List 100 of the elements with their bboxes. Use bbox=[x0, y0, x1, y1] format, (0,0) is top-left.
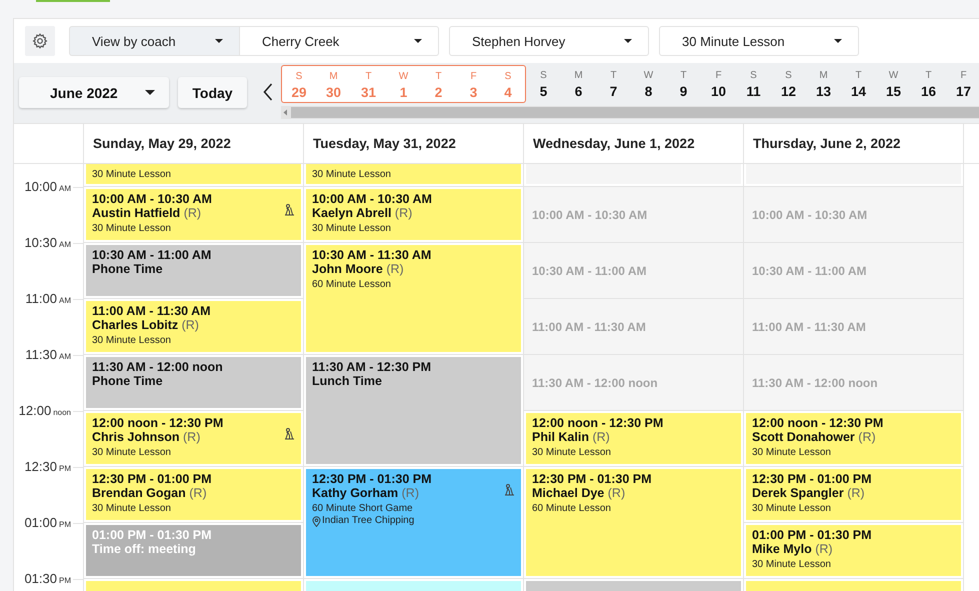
lesson-event[interactable]: 10:00 AM - 10:30 AM Austin Hatfield (R) 30 Minute Lesson bbox=[86, 189, 301, 240]
student-name: Phil Kalin (R) bbox=[532, 430, 610, 444]
event-block[interactable] bbox=[746, 581, 961, 591]
student-name: Kaelyn Abrell (R) bbox=[312, 206, 412, 220]
slot-time: 10:30 AM - 11:00 AM bbox=[532, 264, 648, 278]
event-block[interactable]: 30 Minute Lesson bbox=[306, 164, 521, 184]
time-label: 01:30 PM bbox=[24, 571, 71, 586]
lesson-event[interactable]: 12:00 noon - 12:30 PM Phil Kalin (R) 30 Minute Lesson bbox=[526, 413, 741, 464]
day-header: Thursday, June 2, 2022 bbox=[744, 124, 964, 163]
slot-time: 10:00 AM - 10:30 AM bbox=[752, 208, 868, 222]
lesson-type: 30 Minute Lesson bbox=[752, 447, 831, 459]
student-name: Michael Dye (R) bbox=[532, 486, 626, 500]
event-block[interactable] bbox=[306, 581, 521, 591]
event-time: 12:00 noon - 12:30 PM bbox=[752, 416, 884, 430]
student-name: Derek Spangler (R) bbox=[752, 486, 865, 500]
settings-icon bbox=[32, 33, 48, 49]
lesson-event[interactable]: 12:30 PM - 01:30 PM Michael Dye (R) 60 Minute Lesson bbox=[526, 469, 741, 576]
date-item[interactable]: S 5 bbox=[526, 65, 561, 103]
event-time: 11:00 AM - 11:30 AM bbox=[92, 304, 211, 318]
date-item[interactable]: S 12 bbox=[771, 65, 806, 103]
date-item[interactable]: T 16 bbox=[911, 65, 946, 103]
date-item[interactable]: T 14 bbox=[841, 65, 876, 103]
lesson-event[interactable]: 11:00 AM - 11:30 AM Charles Lobitz (R) 30 Minute Lesson bbox=[86, 301, 301, 352]
location-text: Indian Tree Chipping bbox=[322, 515, 414, 527]
time-label: 12:00 noon bbox=[18, 403, 71, 418]
lesson-event[interactable]: 10:30 AM - 11:30 AM John Moore (R) 60 Minute Lesson bbox=[306, 245, 521, 352]
lesson-event[interactable]: 12:30 PM - 01:00 PM Brendan Gogan (R) 30 Minute Lesson bbox=[86, 469, 301, 520]
date-item[interactable]: M 6 bbox=[561, 65, 596, 103]
slot-time: 10:00 AM - 10:30 AM bbox=[532, 208, 648, 222]
student-name: Charles Lobitz (R) bbox=[92, 318, 199, 332]
event-title: Phone Time bbox=[92, 374, 163, 388]
event-block[interactable]: 30 Minute Lesson bbox=[86, 164, 301, 184]
student-name: Kathy Gorham (R) bbox=[312, 486, 419, 500]
lesson-type: 30 Minute Lesson bbox=[92, 169, 171, 181]
caret-icon bbox=[145, 90, 155, 95]
event-time: 11:30 AM - 12:30 PM bbox=[312, 360, 432, 374]
lesson-event[interactable]: 01:00 PM - 01:30 PM Mike Mylo (R) 30 Minute Lesson bbox=[746, 525, 961, 576]
slot-time: 10:30 AM - 11:00 AM bbox=[752, 264, 868, 278]
time-label: 11:00 AM bbox=[25, 291, 71, 306]
dropdown[interactable]: Stephen Horvey bbox=[449, 26, 649, 56]
slot-time: 11:30 AM - 12:00 noon bbox=[752, 376, 879, 390]
date-item[interactable]: M 13 bbox=[806, 65, 841, 103]
event-time: 11:30 AM - 12:00 noon bbox=[92, 360, 223, 374]
time-label: 01:00 PM bbox=[24, 515, 71, 530]
day-header: Tuesday, May 31, 2022 bbox=[304, 124, 524, 163]
settings-button[interactable] bbox=[25, 26, 55, 56]
date-item[interactable]: F 17 bbox=[946, 65, 979, 103]
lesson-type: 60 Minute Short Game bbox=[312, 503, 413, 515]
slot-time: 11:00 AM - 11:30 AM bbox=[752, 320, 867, 334]
event-time: 12:00 noon - 12:30 PM bbox=[532, 416, 664, 430]
event-time: 01:00 PM - 01:30 PM bbox=[92, 528, 212, 542]
day-header: Sunday, May 29, 2022 bbox=[84, 124, 304, 163]
student-name: John Moore (R) bbox=[312, 262, 404, 276]
student-name: Mike Mylo (R) bbox=[752, 542, 833, 556]
blocked-time[interactable]: 11:30 AM - 12:30 PM Lunch Time bbox=[306, 357, 521, 464]
date-item[interactable]: W 8 bbox=[631, 65, 666, 103]
lesson-type: 60 Minute Lesson bbox=[312, 279, 391, 291]
lesson-type: 30 Minute Lesson bbox=[92, 447, 171, 459]
date-item[interactable]: S 11 bbox=[736, 65, 771, 103]
month-dropdown[interactable]: June 2022 bbox=[19, 77, 169, 108]
date-item[interactable]: W 15 bbox=[876, 65, 911, 103]
time-label: 12:30 PM bbox=[24, 459, 71, 474]
event-time: 10:00 AM - 10:30 AM bbox=[312, 192, 432, 206]
event-block[interactable] bbox=[526, 581, 741, 591]
lesson-event[interactable]: 12:30 PM - 01:00 PM Derek Spangler (R) 30 Minute Lesson bbox=[746, 469, 961, 520]
event-time: 12:30 PM - 01:00 PM bbox=[752, 472, 872, 486]
caret-icon bbox=[414, 39, 422, 43]
event-title: Time off: meeting bbox=[92, 542, 196, 556]
lesson-type: 60 Minute Lesson bbox=[532, 503, 611, 515]
slot-time: 11:30 AM - 12:00 noon bbox=[532, 376, 659, 390]
lesson-type: 30 Minute Lesson bbox=[532, 447, 611, 459]
event-title: Lunch Time bbox=[312, 374, 382, 388]
lesson-event[interactable]: 10:00 AM - 10:30 AM Kaelyn Abrell (R) 30 Minute Lesson bbox=[306, 189, 521, 240]
date-item[interactable]: T 7 bbox=[596, 65, 631, 103]
lesson-event[interactable]: 12:00 noon - 12:30 PM Scott Donahower (R) 30 Minute Lesson bbox=[746, 413, 961, 464]
dropdown[interactable]: Cherry Creek bbox=[240, 26, 439, 56]
lesson-type: 30 Minute Lesson bbox=[312, 169, 391, 181]
event-time: 12:30 PM - 01:30 PM bbox=[532, 472, 652, 486]
slot-time: 11:00 AM - 11:30 AM bbox=[532, 320, 647, 334]
lesson-type: 30 Minute Lesson bbox=[92, 223, 171, 235]
event-time: 01:00 PM - 01:30 PM bbox=[752, 528, 872, 542]
today-button[interactable]: Today bbox=[178, 77, 247, 108]
time-label: 11:30 AM bbox=[25, 347, 71, 362]
event-time: 12:30 PM - 01:00 PM bbox=[92, 472, 212, 486]
lesson-event[interactable]: 12:00 noon - 12:30 PM Chris Johnson (R) 30 Minute Lesson bbox=[86, 413, 301, 464]
event-time: 10:30 AM - 11:00 AM bbox=[92, 248, 212, 262]
dropdown[interactable]: 30 Minute Lesson bbox=[659, 26, 859, 56]
date-item[interactable]: F 10 bbox=[701, 65, 736, 103]
dropdown[interactable]: View by coach bbox=[69, 26, 240, 56]
lesson-type: 30 Minute Lesson bbox=[752, 503, 831, 515]
event-title: Phone Time bbox=[92, 262, 163, 276]
date-item[interactable]: T 9 bbox=[666, 65, 701, 103]
event-time: 10:00 AM - 10:30 AM bbox=[92, 192, 212, 206]
blocked-time[interactable]: 11:30 AM - 12:00 noon Phone Time bbox=[86, 357, 301, 408]
lesson-event[interactable]: 12:30 PM - 01:30 PM Kathy Gorham (R) 60 Minute Short Game Indian Tree Chipping bbox=[306, 469, 521, 576]
event-block[interactable] bbox=[86, 581, 301, 591]
day-header: Wednesday, June 1, 2022 bbox=[524, 124, 744, 163]
student-name: Austin Hatfield (R) bbox=[92, 206, 202, 220]
previous-button[interactable] bbox=[261, 83, 275, 103]
blocked-time[interactable]: 10:30 AM - 11:00 AM Phone Time bbox=[86, 245, 301, 296]
